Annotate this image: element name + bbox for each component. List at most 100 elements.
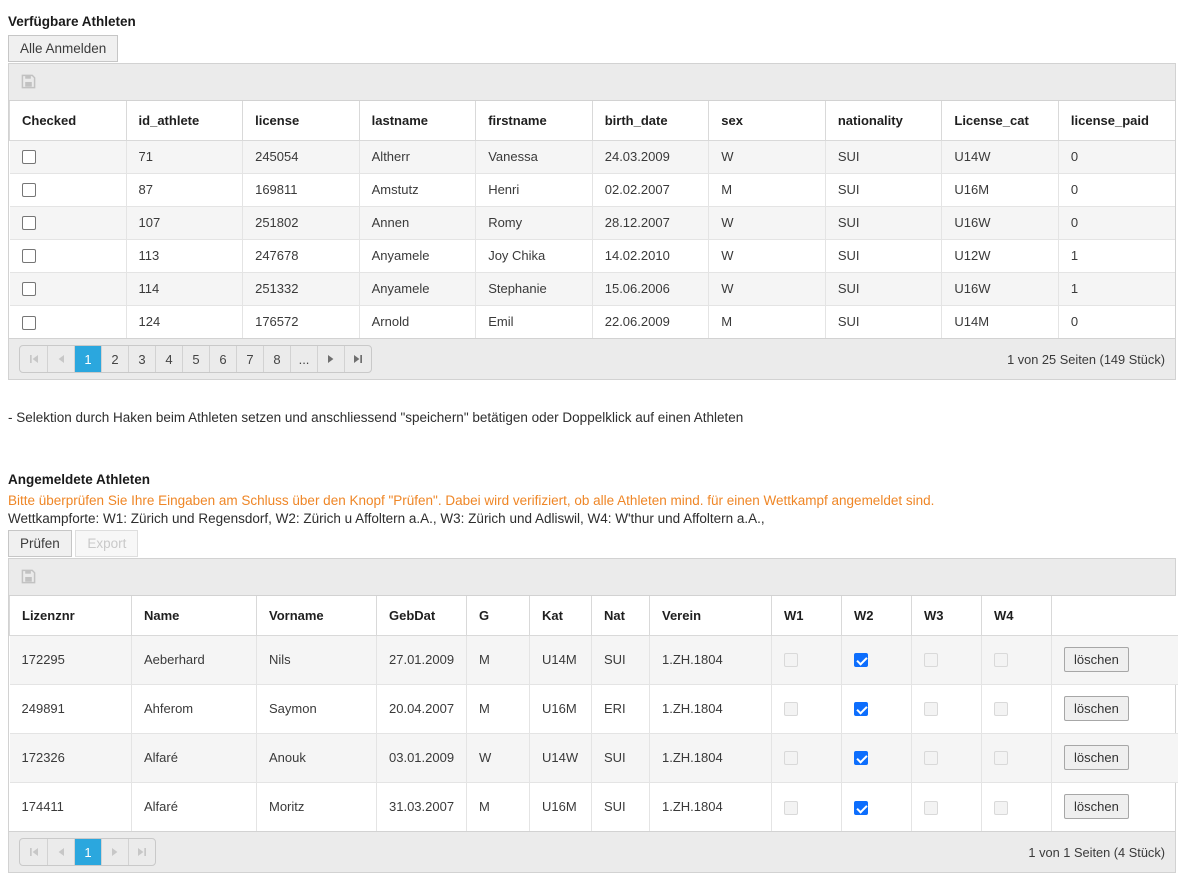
cell-lastname: Anyamele	[359, 239, 476, 272]
page-button[interactable]: 8	[263, 346, 290, 372]
cell-w4	[982, 684, 1052, 733]
column-header: birth_date	[592, 101, 709, 140]
row-checkbox[interactable]	[22, 282, 36, 296]
w4-checkbox[interactable]	[994, 653, 1008, 667]
cell-id-athlete: 71	[126, 140, 243, 173]
w1-checkbox[interactable]	[784, 702, 798, 716]
available-athletes-table: Checkedid_athletelicenselastnamefirstnam…	[9, 101, 1175, 338]
cell-verein: 1.ZH.1804	[650, 684, 772, 733]
pager-info: 1 von 25 Seiten (149 Stück)	[1007, 352, 1165, 367]
page-button[interactable]: 1	[74, 346, 101, 372]
w3-checkbox[interactable]	[924, 751, 938, 765]
cell-lizenznr: 249891	[10, 684, 132, 733]
column-header: GebDat	[377, 596, 467, 635]
available-athletes-grid: Checkedid_athletelicenselastnamefirstnam…	[8, 63, 1176, 380]
first-page-icon	[29, 845, 39, 860]
cell-w1	[772, 782, 842, 831]
delete-button[interactable]: löschen	[1064, 794, 1129, 819]
check-button[interactable]: Prüfen	[8, 530, 72, 557]
first-page-icon	[29, 352, 39, 367]
w3-checkbox[interactable]	[924, 702, 938, 716]
cell-lastname: Altherr	[359, 140, 476, 173]
save-button[interactable]	[21, 569, 36, 584]
athlete-row[interactable]: 87 169811 Amstutz Henri 02.02.2007 M SUI…	[10, 173, 1176, 206]
cell-w4	[982, 635, 1052, 684]
w4-checkbox[interactable]	[994, 751, 1008, 765]
page-button[interactable]: 4	[155, 346, 182, 372]
w2-checkbox[interactable]	[854, 801, 868, 815]
more-pages-button[interactable]: ...	[290, 346, 317, 372]
w1-checkbox[interactable]	[784, 751, 798, 765]
w1-checkbox[interactable]	[784, 653, 798, 667]
registered-header-row: LizenznrNameVornameGebDatGKatNatVereinW1…	[10, 596, 1178, 635]
register-all-button[interactable]: Alle Anmelden	[8, 35, 118, 62]
delete-button[interactable]: löschen	[1064, 696, 1129, 721]
page-button[interactable]: 6	[209, 346, 236, 372]
prev-page-icon	[56, 352, 66, 367]
cell-w1	[772, 635, 842, 684]
cell-name: Alfaré	[132, 782, 257, 831]
cell-vorname: Saymon	[257, 684, 377, 733]
competition-locations-text: Wettkampforte: W1: Zürich und Regensdorf…	[8, 511, 1176, 526]
w4-checkbox[interactable]	[994, 801, 1008, 815]
cell-license: 251332	[243, 272, 360, 305]
available-table-body: 71 245054 Altherr Vanessa 24.03.2009 W S…	[10, 140, 1176, 338]
delete-button[interactable]: löschen	[1064, 745, 1129, 770]
w2-checkbox[interactable]	[854, 702, 868, 716]
row-checkbox[interactable]	[22, 216, 36, 230]
delete-button[interactable]: löschen	[1064, 647, 1129, 672]
save-button[interactable]	[21, 74, 36, 89]
page-button[interactable]: 3	[128, 346, 155, 372]
column-header: W3	[912, 596, 982, 635]
cell-lizenznr: 172326	[10, 733, 132, 782]
cell-checked	[10, 305, 127, 338]
page-button[interactable]: 5	[182, 346, 209, 372]
cell-firstname: Joy Chika	[476, 239, 593, 272]
cell-firstname: Romy	[476, 206, 593, 239]
page-button[interactable]: 7	[236, 346, 263, 372]
pager-buttons: 1	[19, 838, 156, 866]
row-checkbox[interactable]	[22, 183, 36, 197]
row-checkbox[interactable]	[22, 150, 36, 164]
cell-nat: SUI	[592, 782, 650, 831]
cell-nationality: SUI	[825, 272, 942, 305]
cell-sex: W	[709, 206, 826, 239]
cell-id-athlete: 124	[126, 305, 243, 338]
page-button[interactable]: 2	[101, 346, 128, 372]
w2-checkbox[interactable]	[854, 751, 868, 765]
cell-nationality: SUI	[825, 239, 942, 272]
w3-checkbox[interactable]	[924, 801, 938, 815]
athlete-row[interactable]: 71 245054 Altherr Vanessa 24.03.2009 W S…	[10, 140, 1176, 173]
column-header: Vorname	[257, 596, 377, 635]
athlete-row[interactable]: 113 247678 Anyamele Joy Chika 14.02.2010…	[10, 239, 1176, 272]
athlete-registration-page: Verfügbare Athleten Alle Anmelden	[0, 0, 1184, 881]
athlete-row[interactable]: 107 251802 Annen Romy 28.12.2007 W SUI U…	[10, 206, 1176, 239]
verify-warning-text: Bitte überprüfen Sie Ihre Eingaben am Sc…	[8, 493, 1176, 508]
cell-id-athlete: 113	[126, 239, 243, 272]
registered-athletes-grid: LizenznrNameVornameGebDatGKatNatVereinW1…	[8, 558, 1176, 873]
cell-gebdat: 03.01.2009	[377, 733, 467, 782]
last-page-button[interactable]	[344, 346, 371, 372]
cell-license: 245054	[243, 140, 360, 173]
cell-g: M	[467, 635, 530, 684]
registered-table-body: 172295 Aeberhard Nils 27.01.2009 M U14M …	[10, 635, 1178, 831]
column-header: Name	[132, 596, 257, 635]
column-header: Verein	[650, 596, 772, 635]
column-header: W4	[982, 596, 1052, 635]
row-checkbox[interactable]	[22, 249, 36, 263]
w4-checkbox[interactable]	[994, 702, 1008, 716]
row-checkbox[interactable]	[22, 316, 36, 330]
page-button[interactable]: 1	[74, 839, 101, 865]
cell-license-paid: 1	[1058, 239, 1175, 272]
w3-checkbox[interactable]	[924, 653, 938, 667]
cell-id-athlete: 87	[126, 173, 243, 206]
cell-kat: U16M	[530, 782, 592, 831]
next-page-button[interactable]	[317, 346, 344, 372]
athlete-row[interactable]: 124 176572 Arnold Emil 22.06.2009 M SUI …	[10, 305, 1176, 338]
w1-checkbox[interactable]	[784, 801, 798, 815]
last-page-icon	[137, 845, 147, 860]
registered-athletes-table: LizenznrNameVornameGebDatGKatNatVereinW1…	[9, 596, 1178, 831]
w2-checkbox[interactable]	[854, 653, 868, 667]
column-header: License_cat	[942, 101, 1059, 140]
athlete-row[interactable]: 114 251332 Anyamele Stephanie 15.06.2006…	[10, 272, 1176, 305]
